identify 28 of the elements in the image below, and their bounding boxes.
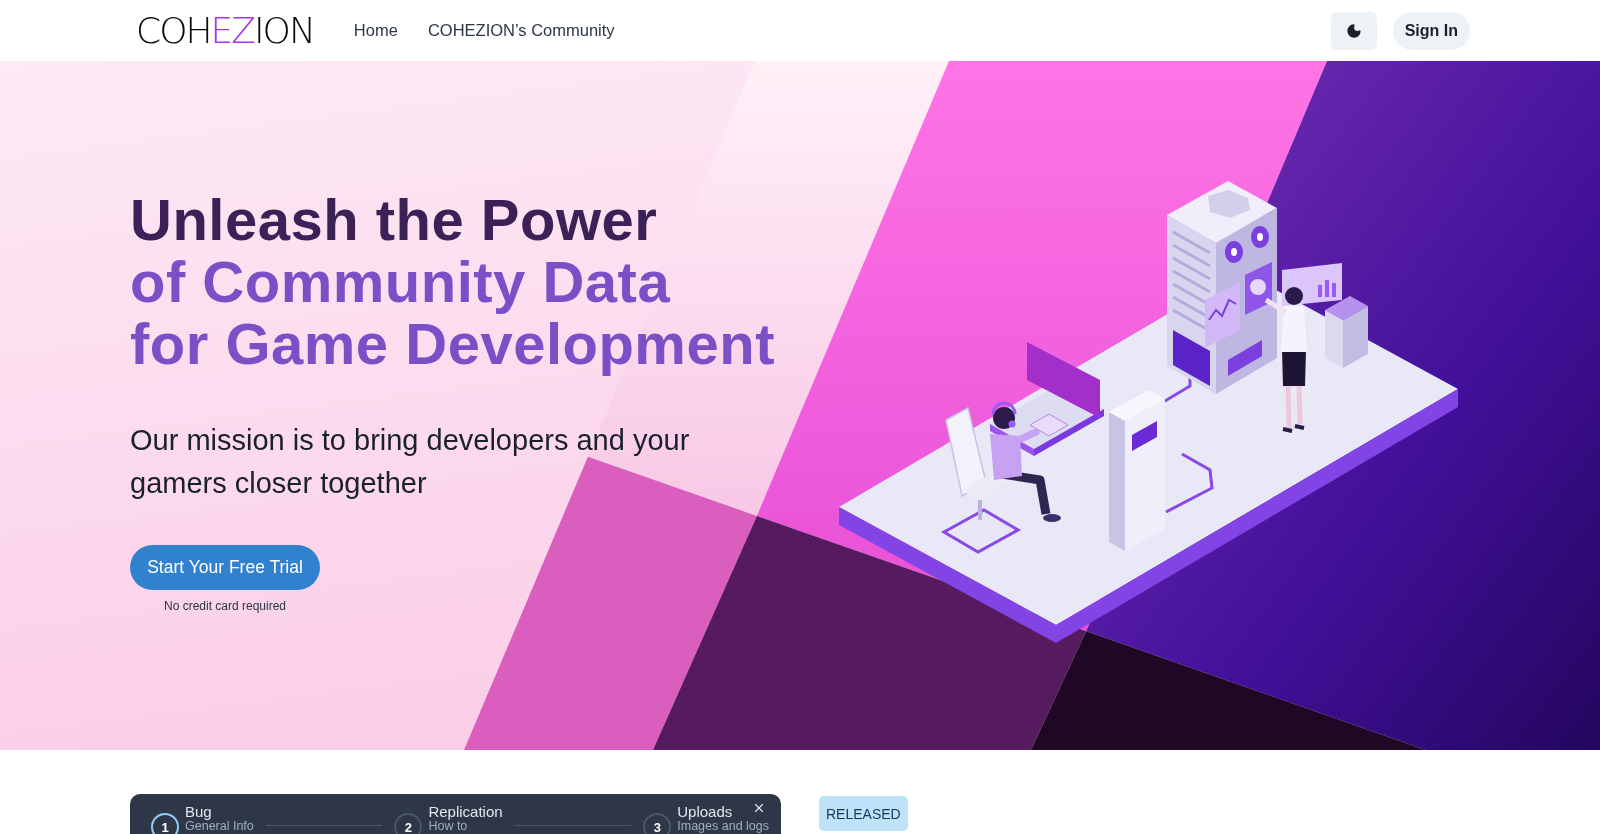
nav-link[interactable]: COHEZION’s Community: [427, 21, 615, 40]
free-trial-button[interactable]: Start Your Free Trial: [130, 545, 320, 590]
step-subtitle: Images and logs: [677, 820, 769, 833]
theme-toggle-button[interactable]: [1330, 11, 1377, 50]
line-chart-screen: [1205, 282, 1240, 348]
no-credit-card-note: No credit card required: [163, 599, 287, 613]
mission-text: Our mission is to bring developers and your gamers closer together: [130, 423, 691, 501]
step-title: Bug: [185, 803, 212, 820]
cable: [1165, 452, 1214, 514]
step-title: Uploads: [677, 803, 733, 820]
close-icon: [752, 801, 766, 815]
step-number: 1: [151, 813, 179, 834]
side-cabinet: [1325, 296, 1368, 368]
nav-link[interactable]: Home: [353, 21, 398, 40]
headline-line: of Community Data: [130, 251, 672, 313]
moon-icon: [1345, 22, 1362, 39]
step-title: Replication: [428, 803, 503, 820]
headline-line: Unleash the Power: [130, 189, 659, 251]
logo[interactable]: COHEZION: [136, 12, 314, 49]
step-subtitle: How to: [428, 820, 468, 833]
headline-line: for Game Development: [130, 313, 775, 375]
keyboard: [1029, 413, 1069, 437]
step-number: 2: [394, 813, 423, 834]
step-subtitle: General Info: [185, 820, 254, 833]
step-number: 3: [643, 813, 672, 834]
sign-in-button[interactable]: Sign In: [1392, 11, 1470, 50]
pie-chart-screen: [1245, 262, 1272, 315]
status-badge: RELEASED: [819, 796, 908, 831]
